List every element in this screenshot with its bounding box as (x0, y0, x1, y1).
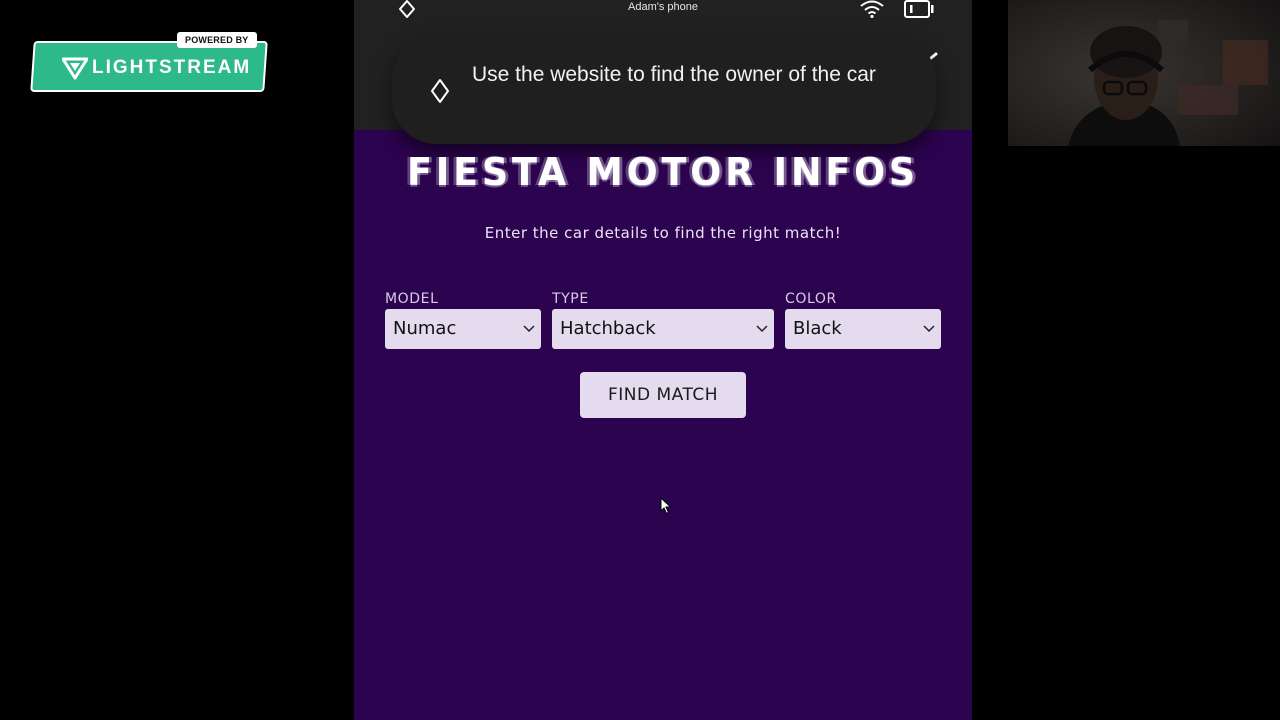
powered-by-label: POWERED BY (177, 32, 257, 48)
model-field: MODEL Numac (385, 290, 541, 349)
cast-icon[interactable] (903, 0, 935, 18)
streamer-webcam (1008, 0, 1280, 146)
chevron-down-icon (923, 325, 935, 333)
color-select-value: Black (793, 318, 842, 339)
task-prompt-toast: Use the website to find the owner of the… (392, 36, 936, 144)
lightstream-badge: LIGHTSTREAM POWERED BY (30, 32, 268, 94)
site-title: FIESTA MOTOR INFOS (406, 150, 920, 194)
model-label: MODEL (385, 291, 439, 307)
color-field: COLOR Black (785, 290, 941, 349)
lightstream-logo-icon (62, 57, 88, 80)
task-prompt-text: Use the website to find the owner of the… (472, 63, 876, 86)
wifi-icon (860, 0, 884, 18)
status-bar: Adam's phone (354, 0, 972, 20)
type-field: TYPE Hatchback (552, 290, 774, 349)
site-subtitle: Enter the car details to find the right … (484, 224, 842, 242)
find-match-button[interactable]: FIND MATCH (580, 372, 746, 418)
lightstream-brand-name: LIGHTSTREAM (92, 57, 252, 78)
mouse-cursor-icon (660, 497, 672, 515)
color-label: COLOR (785, 291, 837, 307)
chevron-down-icon (756, 325, 768, 333)
color-select[interactable]: Black (785, 309, 941, 349)
type-label: TYPE (552, 291, 589, 307)
type-select-value: Hatchback (560, 318, 656, 339)
diamond-icon (431, 79, 449, 103)
model-select[interactable]: Numac (385, 309, 541, 349)
type-select[interactable]: Hatchback (552, 309, 774, 349)
webcam-feed-image (1008, 0, 1280, 146)
chevron-down-icon (523, 325, 535, 333)
model-select-value: Numac (393, 318, 457, 339)
phone-screen: Adam's phone Use the website to find the… (354, 0, 972, 720)
